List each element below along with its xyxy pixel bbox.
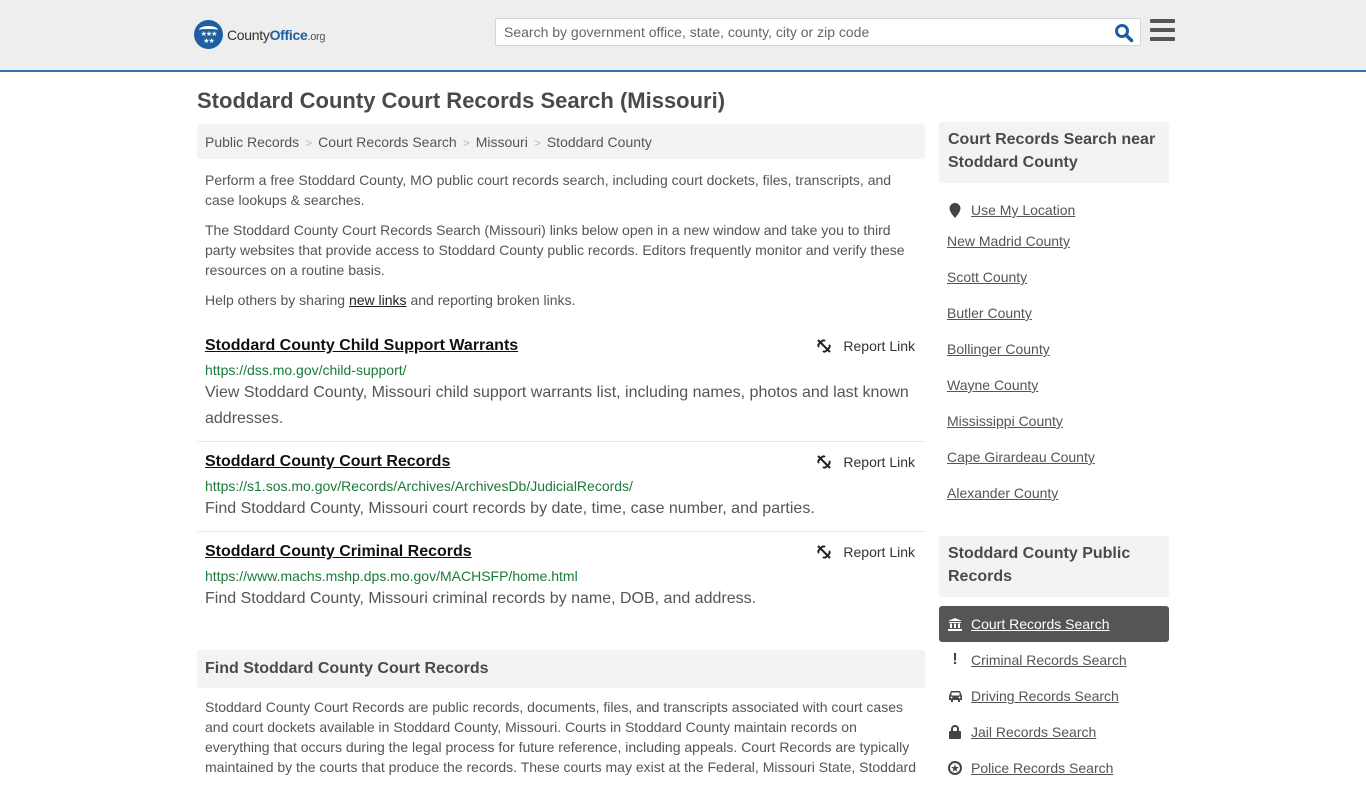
sidebar-item-jail-records-search[interactable]: Jail Records Search — [939, 714, 1169, 750]
search-input[interactable] — [496, 19, 1096, 45]
breadcrumb: Public Records > Court Records Search > Miss… — [197, 124, 925, 159]
link-description: View Stoddard County, Missouri child sup… — [205, 384, 909, 427]
eagle-logo-icon: ★★★ ★★ — [194, 20, 223, 49]
link-title[interactable]: Stoddard County Child Support Warrants — [205, 336, 518, 356]
breadcrumb-public-records[interactable]: Public Records — [205, 134, 299, 150]
link-description: Find Stoddard County, Missouri criminal … — [205, 590, 757, 607]
share-text: and reporting broken links. — [406, 292, 576, 308]
search-button[interactable] — [1114, 23, 1134, 43]
report-link-label: Report Link — [843, 454, 915, 470]
breadcrumb-separator: > — [462, 136, 470, 150]
sidebar-item-label[interactable]: Jail Records Search — [971, 724, 1096, 740]
find-section-heading: Find Stoddard County Court Records — [197, 650, 925, 688]
link-description: Find Stoddard County, Missouri court rec… — [205, 500, 815, 517]
courthouse-icon — [947, 617, 963, 631]
sidebar-item-label[interactable]: Police Records Search — [971, 760, 1113, 776]
new-links-link[interactable]: new links — [349, 292, 407, 308]
breadcrumb-stoddard-county[interactable]: Stoddard County — [547, 134, 652, 150]
logo-county: County — [227, 26, 270, 43]
police-badge-icon — [947, 761, 963, 775]
exclamation-icon: ! — [952, 651, 958, 668]
intro-paragraph: The Stoddard County Court Records Search… — [205, 222, 905, 278]
breadcrumb-court-records-search[interactable]: Court Records Search — [318, 134, 457, 150]
intro-paragraph: Perform a free Stoddard County, MO publi… — [205, 172, 892, 208]
report-link-button[interactable]: Report Link — [816, 338, 915, 354]
sidebar-records-heading: Stoddard County Public Records — [939, 536, 1169, 597]
intro: Perform a free Stoddard County, MO publi… — [197, 170, 925, 310]
nearby-county-link[interactable]: Bollinger County — [947, 341, 1050, 357]
find-section-text: Stoddard County Court Records are public… — [205, 699, 916, 775]
logo-text: CountyOffice.org — [227, 26, 326, 43]
sidebar-item-driving-records-search[interactable]: Driving Records Search — [939, 678, 1169, 714]
list-item: Stoddard County Criminal Records Report … — [197, 532, 925, 612]
nearby-county-item[interactable]: New Madrid County — [939, 223, 1169, 259]
report-link-button[interactable]: Report Link — [816, 454, 915, 470]
list-item: Stoddard County Court Records Report Lin… — [197, 442, 925, 532]
breadcrumb-separator: > — [305, 136, 313, 150]
nearby-county-item[interactable]: Mississippi County — [939, 403, 1169, 439]
link-title[interactable]: Stoddard County Court Records — [205, 452, 450, 472]
report-link-label: Report Link — [843, 544, 915, 560]
search-box — [495, 18, 1141, 46]
link-url: https://dss.mo.gov/child-support/ — [205, 362, 407, 378]
nearby-county-item[interactable]: Wayne County — [939, 367, 1169, 403]
link-url: https://s1.sos.mo.gov/Records/Archives/A… — [205, 478, 633, 494]
sidebar-nearby: Court Records Search near Stoddard Count… — [939, 122, 1169, 511]
nearby-county-item[interactable]: Butler County — [939, 295, 1169, 331]
broken-link-icon — [817, 339, 832, 353]
nearby-county-link[interactable]: Cape Girardeau County — [947, 449, 1095, 465]
sidebar-item-police-records-search[interactable]: Police Records Search — [939, 750, 1169, 786]
sidebar-public-records: Stoddard County Public Records Court Rec… — [939, 536, 1169, 786]
page-title: Stoddard County Court Records Search (Mi… — [197, 88, 726, 113]
nearby-county-link[interactable]: Butler County — [947, 305, 1032, 321]
use-my-location[interactable]: Use My Location — [939, 197, 1169, 223]
site-logo[interactable]: ★★★ ★★ CountyOffice.org — [194, 20, 326, 49]
broken-link-icon — [817, 455, 832, 469]
nearby-county-item[interactable]: Scott County — [939, 259, 1169, 295]
link-title[interactable]: Stoddard County Criminal Records — [205, 542, 472, 562]
links-list: Stoddard County Child Support Warrants R… — [197, 330, 925, 612]
report-link-label: Report Link — [843, 338, 915, 354]
search-icon — [1115, 24, 1134, 43]
sidebar-item-label[interactable]: Court Records Search — [971, 616, 1110, 632]
nearby-county-link[interactable]: Wayne County — [947, 377, 1038, 393]
breadcrumb-missouri[interactable]: Missouri — [476, 134, 528, 150]
map-marker-icon — [947, 202, 963, 218]
list-item: Stoddard County Child Support Warrants R… — [197, 330, 925, 442]
breadcrumb-separator: > — [533, 136, 541, 150]
main-content: Public Records > Court Records Search > Miss… — [197, 124, 925, 612]
nearby-county-item[interactable]: Bollinger County — [939, 331, 1169, 367]
lock-icon — [947, 725, 963, 739]
link-url: https://www.machs.mshp.dps.mo.gov/MACHSF… — [205, 568, 578, 584]
sidebar-nearby-heading: Court Records Search near Stoddard Count… — [939, 122, 1169, 183]
site-header: ★★★ ★★ CountyOffice.org — [0, 0, 1366, 72]
logo-office: Office — [269, 26, 308, 43]
sidebar-item-criminal-records-search[interactable]: ! Criminal Records Search — [939, 642, 1169, 678]
report-link-button[interactable]: Report Link — [816, 544, 915, 560]
hamburger-menu-icon[interactable] — [1150, 19, 1175, 41]
share-paragraph: Help others by sharing new links and rep… — [197, 290, 925, 310]
logo-org: .org — [307, 30, 326, 43]
nearby-county-item[interactable]: Cape Girardeau County — [939, 439, 1169, 475]
sidebar-item-label[interactable]: Criminal Records Search — [971, 652, 1127, 668]
nearby-county-link[interactable]: Mississippi County — [947, 413, 1063, 429]
nearby-county-link[interactable]: Scott County — [947, 269, 1027, 285]
use-my-location-link[interactable]: Use My Location — [971, 202, 1075, 218]
nearby-county-item[interactable]: Alexander County — [939, 475, 1169, 511]
sidebar-item-label[interactable]: Driving Records Search — [971, 688, 1119, 704]
sidebar-item-court-records-search[interactable]: Court Records Search — [939, 606, 1169, 642]
share-text: Help others by sharing — [205, 292, 349, 308]
nearby-county-link[interactable]: Alexander County — [947, 485, 1058, 501]
car-icon — [947, 690, 963, 702]
nearby-county-link[interactable]: New Madrid County — [947, 233, 1070, 249]
broken-link-icon — [817, 545, 832, 559]
